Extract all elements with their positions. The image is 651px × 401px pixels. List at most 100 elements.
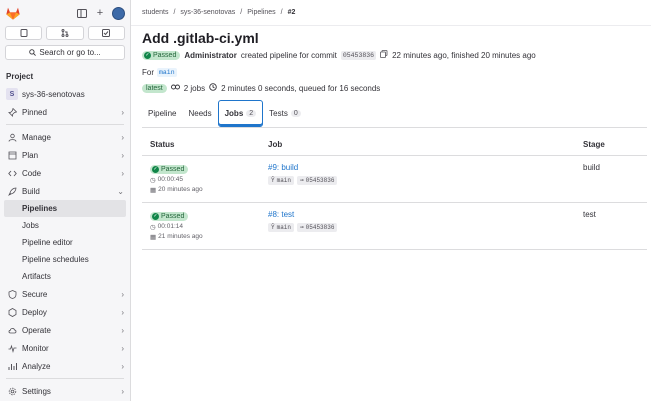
sidebar-item-analyze[interactable]: Analyze › (0, 357, 130, 375)
sidebar-subitem-pipeline-editor[interactable]: Pipeline editor (0, 234, 130, 251)
plus-icon[interactable]: + (94, 7, 106, 19)
sidebar-item-label: Plan (22, 150, 39, 160)
tab-needs[interactable]: Needs (182, 100, 217, 127)
table-header: Status Job Stage (142, 134, 647, 156)
timing-text: 22 minutes ago, finished 20 minutes ago (392, 50, 536, 60)
todos-counter-button[interactable] (87, 26, 125, 40)
status-badge[interactable]: ✓ Passed (150, 211, 189, 221)
check-circle-icon: ✓ (152, 165, 159, 173)
branch-value: main (276, 224, 292, 231)
table-row: ✓ Passed ◷ 00:00:45 ▦ 20 minutes ago #9: b… (142, 156, 647, 203)
job-link[interactable]: #8: test (268, 210, 583, 219)
breadcrumb-current[interactable]: #2 (288, 9, 296, 16)
breadcrumb: students / sys-36-senotovas / Pipelines … (131, 0, 651, 26)
branch-chip[interactable]: Ȳmain (268, 223, 295, 232)
shield-icon (8, 289, 17, 299)
chevron-right-icon: › (121, 386, 124, 396)
pin-icon (8, 107, 17, 117)
breadcrumb-pipelines[interactable]: Pipelines (247, 9, 275, 16)
job-link[interactable]: #9: build (268, 163, 583, 172)
chevron-right-icon: › (121, 343, 124, 353)
check-circle-icon: ✓ (144, 51, 151, 59)
sidebar-item-plan[interactable]: Plan › (0, 146, 130, 164)
status-label: Passed (161, 165, 185, 173)
merge-request-icon (61, 29, 69, 37)
sidebar-item-label: Pinned (22, 107, 47, 117)
sidebar-subitem-jobs[interactable]: Jobs (0, 217, 130, 234)
sidebar-item-deploy[interactable]: Deploy › (0, 303, 130, 321)
sidebar-subitem-artifacts[interactable]: Artifacts (0, 268, 130, 285)
breadcrumb-students[interactable]: students (142, 9, 168, 16)
sidebar-item-label: Settings (22, 386, 51, 396)
avatar[interactable] (112, 6, 125, 20)
duration-value: 00:00:45 (157, 176, 183, 183)
chevron-right-icon: › (121, 307, 124, 317)
branch-chip[interactable]: Ȳmain (268, 176, 295, 185)
duration-text: 2 minutes 0 seconds, queued for 16 secon… (221, 83, 381, 93)
tab-tests[interactable]: Tests 0 (263, 100, 307, 127)
sidebar-item-label: Code (22, 168, 42, 178)
latest-badge: latest (142, 83, 167, 93)
chevron-down-icon: ⌄ (117, 186, 124, 196)
sidebar-toggle-icon[interactable] (76, 7, 88, 19)
created-text: created pipeline for commit (240, 50, 337, 60)
chevron-right-icon: › (121, 325, 124, 335)
finished-value: 21 minutes ago (158, 233, 203, 240)
project-link[interactable]: S sys-36-senotovas (0, 85, 130, 103)
sidebar-item-code[interactable]: Code › (0, 164, 130, 182)
status-badge[interactable]: ✓ Passed (142, 50, 181, 60)
todo-check-icon (102, 29, 111, 37)
status-badge[interactable]: ✓ Passed (150, 164, 189, 174)
sidebar-item-label: Monitor (22, 343, 49, 353)
breadcrumb-project[interactable]: sys-36-senotovas (180, 9, 235, 16)
chevron-right-icon: › (121, 289, 124, 299)
chevron-right-icon: › (121, 168, 124, 178)
sidebar-subitem-pipeline-schedules[interactable]: Pipeline schedules (0, 251, 130, 268)
tab-label: Jobs (224, 109, 244, 118)
sidebar-item-label: Build (22, 186, 40, 196)
sidebar-item-label: Deploy (22, 307, 47, 317)
sidebar-item-operate[interactable]: Operate › (0, 321, 130, 339)
project-name: sys-36-senotovas (22, 89, 85, 99)
chevron-right-icon: › (121, 107, 124, 117)
tab-label: Pipeline (148, 109, 177, 118)
page-title: Add .gitlab-ci.yml (142, 30, 259, 46)
gitlab-logo-icon[interactable] (5, 5, 21, 21)
calendar-icon: ▦ (150, 233, 157, 241)
chevron-right-icon: › (121, 132, 124, 142)
for-label: For (142, 68, 154, 77)
code-icon (8, 169, 17, 178)
search-label: Search or go to... (39, 48, 101, 57)
chevron-right-icon: › (121, 150, 124, 160)
merge-requests-counter-button[interactable] (46, 26, 84, 40)
sidebar-item-build[interactable]: Build ⌄ (0, 182, 130, 200)
timer-icon: ◷ (150, 176, 156, 184)
sidebar-section-title: Project (6, 72, 34, 81)
sidebar-item-monitor[interactable]: Monitor › (0, 339, 130, 357)
rocket-icon (8, 187, 17, 196)
breadcrumb-separator: / (240, 9, 243, 16)
tab-count: 2 (246, 110, 257, 117)
commit-chip[interactable]: ⊸ 05453836 (297, 176, 338, 185)
sidebar-item-pinned[interactable]: Pinned › (0, 103, 130, 121)
commit-chip[interactable]: ⊸ 05453836 (297, 223, 338, 232)
sidebar-item-manage[interactable]: Manage › (0, 128, 130, 146)
link-icon (170, 83, 180, 93)
sidebar-item-settings[interactable]: Settings › (0, 382, 130, 400)
tab-label: Tests (269, 109, 288, 118)
copy-icon[interactable] (380, 50, 388, 60)
author-link[interactable]: Administrator (184, 51, 236, 60)
deploy-icon (8, 307, 17, 317)
finished-value: 20 minutes ago (158, 186, 203, 193)
search-button[interactable]: Search or go to... (5, 45, 125, 60)
branch-link[interactable]: main (157, 68, 177, 77)
tab-pipeline[interactable]: Pipeline (142, 100, 182, 127)
sidebar-subitem-pipelines[interactable]: Pipelines (4, 200, 126, 217)
sidebar-item-secure[interactable]: Secure › (0, 285, 130, 303)
chart-icon (8, 362, 17, 371)
clock-icon (209, 83, 217, 93)
commit-sha-link[interactable]: 05453836 (340, 50, 377, 60)
tab-jobs[interactable]: Jobs 2 (217, 100, 264, 127)
issues-counter-button[interactable] (5, 26, 43, 40)
branch-value: main (276, 177, 292, 184)
